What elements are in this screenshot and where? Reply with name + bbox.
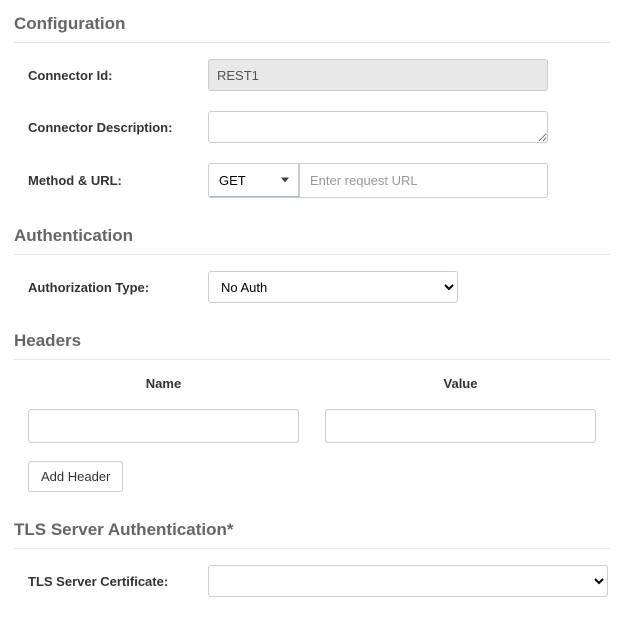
auth-type-select[interactable]: No Auth bbox=[208, 271, 458, 303]
tls-section: TLS Server Authentication* TLS Server Ce… bbox=[14, 514, 610, 597]
header-name-col-label: Name bbox=[28, 376, 299, 399]
tls-cert-control bbox=[208, 565, 608, 597]
auth-type-row: Authorization Type: No Auth bbox=[14, 271, 610, 303]
header-name-input[interactable] bbox=[28, 409, 299, 443]
method-url-control: GET bbox=[208, 163, 548, 198]
tls-cert-row: TLS Server Certificate: bbox=[14, 565, 610, 597]
connector-id-input bbox=[208, 59, 548, 91]
tls-cert-label: TLS Server Certificate: bbox=[28, 574, 208, 589]
headers-columns: Name Value bbox=[14, 376, 610, 399]
tls-cert-select[interactable] bbox=[208, 565, 608, 597]
tls-title: TLS Server Authentication* bbox=[14, 514, 610, 549]
connector-desc-label: Connector Description: bbox=[28, 120, 208, 135]
configuration-section: Configuration Connector Id: Connector De… bbox=[14, 8, 610, 198]
method-url-row: Method & URL: GET bbox=[14, 163, 610, 198]
authentication-title: Authentication bbox=[14, 220, 610, 255]
header-value-col-label: Value bbox=[325, 376, 596, 399]
headers-inputs-row bbox=[14, 409, 610, 443]
headers-section: Headers Name Value Add Header bbox=[14, 325, 610, 492]
method-select-wrap: GET bbox=[209, 164, 300, 198]
headers-block: Name Value Add Header bbox=[14, 376, 610, 492]
connector-desc-row: Connector Description: bbox=[14, 111, 610, 143]
authentication-section: Authentication Authorization Type: No Au… bbox=[14, 220, 610, 303]
method-url-label: Method & URL: bbox=[28, 173, 208, 188]
headers-title: Headers bbox=[14, 325, 610, 360]
connector-desc-control bbox=[208, 111, 548, 143]
add-header-button[interactable]: Add Header bbox=[28, 461, 123, 492]
connector-id-label: Connector Id: bbox=[28, 68, 208, 83]
auth-type-control: No Auth bbox=[208, 271, 458, 303]
auth-type-label: Authorization Type: bbox=[28, 280, 208, 295]
method-select[interactable]: GET bbox=[209, 164, 299, 196]
configuration-title: Configuration bbox=[14, 8, 610, 43]
header-value-input[interactable] bbox=[325, 409, 596, 443]
connector-desc-input[interactable] bbox=[208, 111, 548, 143]
connector-id-control bbox=[208, 59, 548, 91]
connector-id-row: Connector Id: bbox=[14, 59, 610, 91]
url-input[interactable] bbox=[300, 164, 547, 196]
